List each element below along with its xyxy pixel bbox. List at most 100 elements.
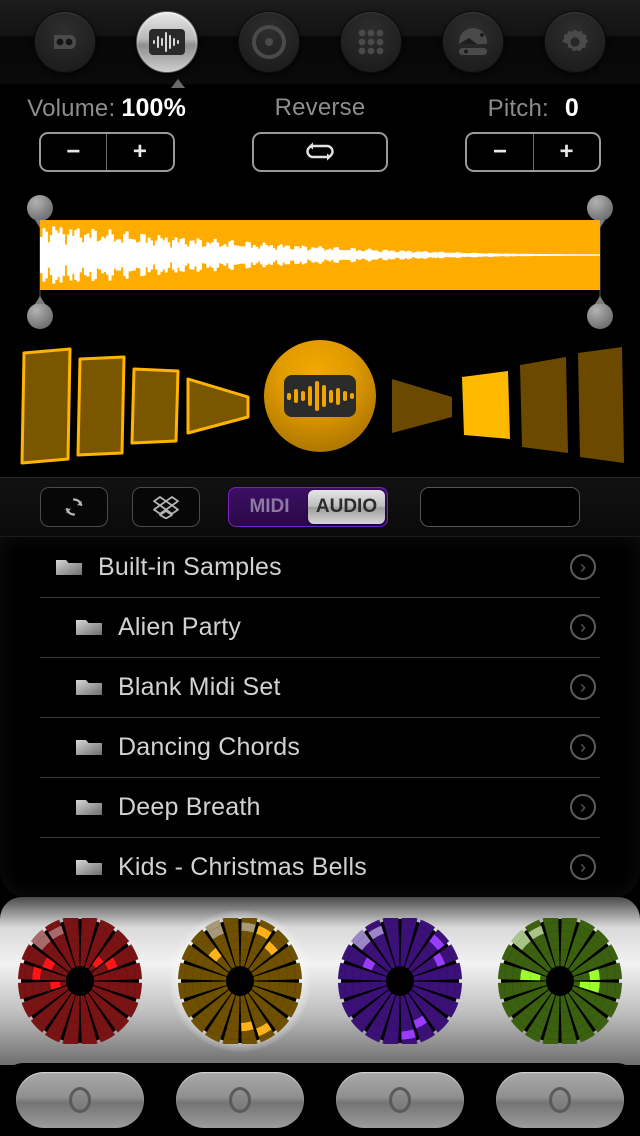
list-item[interactable]: Dancing Chords › — [0, 717, 640, 777]
folder-icon — [56, 558, 82, 577]
search-field[interactable] — [420, 487, 640, 527]
volume-plus-button[interactable]: + — [107, 134, 173, 170]
slice-right-2-selected — [462, 371, 510, 439]
nav-settings[interactable] — [544, 11, 606, 73]
waveform-editor[interactable] — [0, 190, 640, 340]
list-item[interactable]: Deep Breath › — [0, 777, 640, 837]
sample-waveform-button[interactable] — [264, 340, 376, 452]
pitch-label-group: Pitch: 0 — [488, 92, 579, 124]
nav-pads[interactable] — [340, 11, 402, 73]
pad-red-graphic — [18, 915, 142, 1047]
segment-midi[interactable]: MIDI — [231, 490, 308, 524]
nav-record[interactable] — [238, 11, 300, 73]
bottom-transport-bar — [0, 1063, 640, 1136]
dropbox-button[interactable] — [132, 487, 200, 527]
circle-knob-icon — [69, 1086, 91, 1113]
pitch-control: Pitch: 0 − + — [427, 92, 640, 190]
reverse-toggle-button[interactable] — [251, 132, 388, 172]
dropbox-icon — [153, 496, 179, 519]
folder-icon — [76, 798, 102, 817]
refresh-button[interactable] — [40, 487, 108, 527]
end-handle-bottom[interactable] — [587, 296, 613, 329]
pad-amber[interactable] — [169, 910, 311, 1052]
reverse-caption: Reverse — [274, 94, 366, 121]
folder-icon — [76, 678, 102, 697]
slice-left-1 — [20, 347, 72, 465]
record-disc-icon — [252, 25, 286, 59]
transport-button-4[interactable] — [496, 1071, 624, 1128]
loop-icon — [306, 142, 334, 161]
circle-knob-icon — [229, 1086, 251, 1113]
folder-icon — [76, 858, 102, 877]
pitch-value: 0 — [564, 94, 579, 122]
chevron-right-icon[interactable]: › — [570, 614, 596, 640]
file-browser-list[interactable]: Built-in Samples › Alien Party › Blank Midi … — [0, 537, 640, 897]
list-item[interactable]: Blank Midi Set › — [0, 657, 640, 717]
list-item[interactable]: Kids - Christmas Bells › — [0, 837, 640, 897]
chevron-right-icon[interactable]: › — [570, 794, 596, 820]
browser-toolbar: MIDI AUDIO — [0, 477, 640, 537]
tape-loop-icon — [54, 35, 76, 49]
list-item-label: Dancing Chords — [118, 732, 301, 761]
waveform-canvas[interactable] — [40, 220, 600, 290]
pad-green-graphic — [498, 915, 622, 1047]
list-item-label: Kids - Christmas Bells — [118, 852, 367, 881]
list-item[interactable]: Built-in Samples › — [0, 537, 640, 597]
list-item-label: Built-in Samples — [98, 552, 282, 581]
transport-button-2[interactable] — [176, 1071, 304, 1128]
slice-right-1 — [392, 379, 452, 433]
list-item-label: Deep Breath — [118, 792, 261, 821]
waveform-icon — [149, 29, 185, 55]
volume-caption: Volume: — [27, 95, 116, 122]
pad-green[interactable] — [495, 915, 625, 1047]
end-handle-top[interactable] — [587, 195, 613, 228]
pitch-plus-button[interactable]: + — [534, 134, 600, 170]
list-item-label: Alien Party — [118, 612, 242, 641]
slice-left-2 — [76, 355, 126, 457]
pitch-minus-button[interactable]: − — [467, 134, 534, 170]
folder-icon — [76, 618, 102, 637]
nav-mixer[interactable] — [442, 11, 504, 73]
waveform-graphic — [40, 226, 600, 284]
folder-icon — [76, 738, 102, 757]
start-handle-bottom[interactable] — [27, 296, 53, 329]
chevron-right-icon[interactable]: › — [570, 854, 596, 880]
chevron-right-icon[interactable]: › — [570, 734, 596, 760]
transport-button-1[interactable] — [16, 1071, 144, 1128]
circle-knob-icon — [389, 1086, 411, 1113]
pad-strip — [0, 897, 640, 1065]
list-item-label: Blank Midi Set — [118, 672, 281, 701]
pad-grid-icon — [358, 29, 384, 55]
search-input[interactable] — [431, 497, 640, 517]
volume-minus-button[interactable]: − — [41, 134, 108, 170]
gear-icon — [562, 29, 589, 52]
list-item[interactable]: Alien Party › — [0, 597, 640, 657]
pitch-caption: Pitch: — [487, 95, 549, 122]
pad-red[interactable] — [15, 915, 145, 1047]
volume-label-group: Volume: 100% — [27, 92, 186, 124]
pad-purple-graphic — [338, 915, 462, 1047]
active-tab-indicator — [171, 79, 185, 88]
pad-amber-graphic — [178, 915, 302, 1047]
slice-left-4 — [186, 377, 250, 435]
waveform-badge-icon — [284, 375, 356, 417]
top-navigation-bar — [0, 0, 640, 88]
start-handle-top[interactable] — [27, 195, 53, 228]
chevron-right-icon[interactable]: › — [570, 674, 596, 700]
transport-button-3[interactable] — [336, 1071, 464, 1128]
midi-audio-segmented-control[interactable]: MIDI AUDIO — [228, 487, 388, 527]
pitch-stepper[interactable]: − + — [465, 132, 602, 172]
app-root: Volume: 100% − + Reverse Pitch: 0 − + MI… — [0, 0, 640, 1136]
mixer-icon — [459, 28, 487, 55]
reverse-control: Reverse — [213, 92, 426, 190]
nav-sampler[interactable] — [136, 11, 198, 73]
slice-right-4 — [578, 347, 624, 463]
volume-value: 100% — [121, 94, 187, 122]
parameter-row: Volume: 100% − + Reverse Pitch: 0 − + — [0, 92, 640, 190]
segment-audio[interactable]: AUDIO — [308, 490, 385, 524]
volume-stepper[interactable]: − + — [38, 132, 175, 172]
nav-loops[interactable] — [34, 11, 96, 73]
chevron-right-icon[interactable]: › — [570, 554, 596, 580]
pad-purple[interactable] — [335, 915, 465, 1047]
volume-control: Volume: 100% − + — [0, 92, 213, 190]
